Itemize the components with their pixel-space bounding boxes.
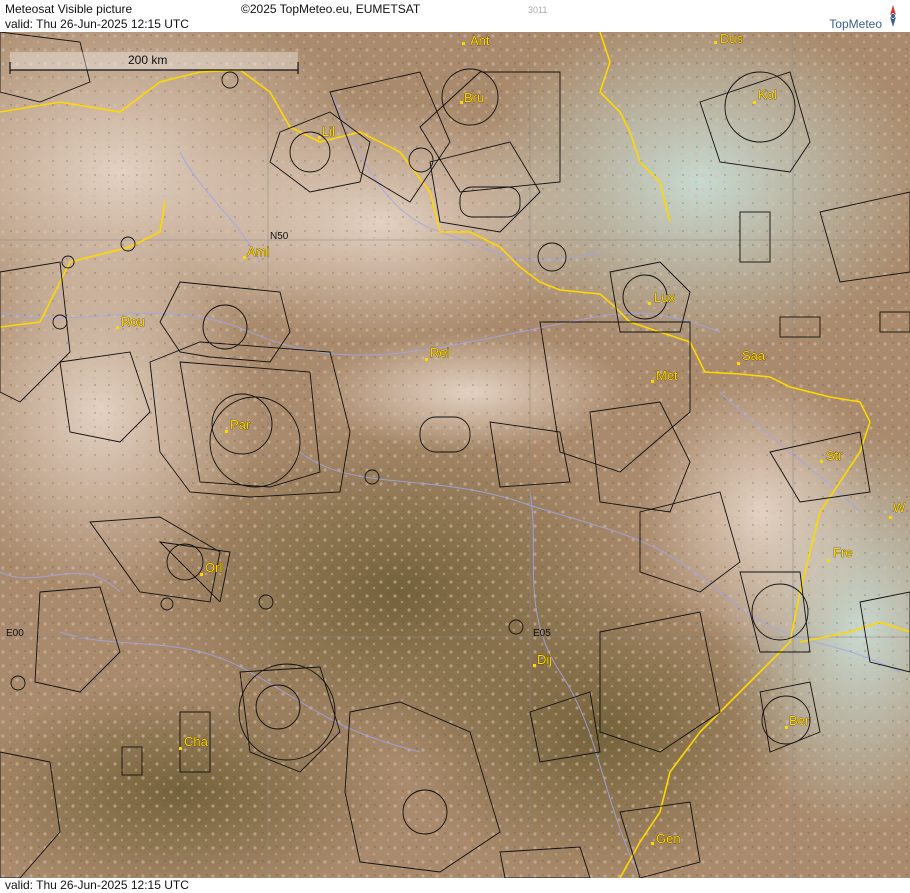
city-label: W [893,500,906,515]
city-label: Cha [184,734,209,749]
city-label: Fre [833,545,853,560]
logo-text: TopMeteo [829,17,882,31]
city-label: Lil [322,124,335,139]
city-label: Par [230,417,251,432]
footer-valid-time: valid: Thu 26-Jun-2025 12:15 UTC [5,878,189,892]
city-label: Saa [742,348,766,363]
grid-label-lat: N50 [270,231,289,242]
city-label: Dij [537,652,552,667]
image-code: 3011 [528,5,548,15]
topmeteo-logo: TopMeteo [829,3,900,31]
city-label: Rei [430,345,450,360]
city-label: Lux [654,290,675,305]
footer-bar: valid: Thu 26-Jun-2025 12:15 UTC [0,878,910,893]
compass-icon [890,5,896,27]
image-title: Meteosat Visible picture [5,2,133,16]
grid-label-e00: E00 [6,628,24,639]
copyright-text: ©2025 TopMeteo.eu, EUMETSAT [241,2,421,16]
city-marker[interactable]: Rou [116,314,145,329]
city-marker[interactable]: Cha [179,734,209,750]
city-label: Dus [720,32,744,46]
city-marker[interactable]: Bru [460,90,485,105]
city-marker[interactable]: Saa [737,348,766,365]
city-label: Ami [247,244,270,259]
city-label: Rou [121,314,145,329]
city-label: Orl [205,560,222,575]
city-label: Gen [656,831,681,846]
city-label: Ber [789,713,810,728]
city-label: Met [656,368,678,383]
scale-label: 200 km [128,53,167,67]
city-label: Bru [464,90,484,105]
city-label: Kol [758,87,777,102]
city-marker[interactable]: Ami [243,244,270,259]
city-label: Str [826,448,843,463]
imagery-layer [0,32,910,878]
grid-label-e05: E05 [533,628,551,639]
city-marker[interactable]: Met [651,368,678,383]
city-marker[interactable]: Ber [785,713,810,729]
city-label: Ant [470,33,490,48]
valid-time: valid: Thu 26-Jun-2025 12:15 UTC [5,17,189,31]
header-bar: Meteosat Visible picture valid: Thu 26-J… [0,0,910,32]
satellite-viewer: Meteosat Visible picture valid: Thu 26-J… [0,0,910,893]
satellite-map[interactable]: 200 km N50 E00 E05 Ant Dus Bru Kol Lil A… [0,32,910,878]
city-marker[interactable]: Gen [651,831,681,846]
